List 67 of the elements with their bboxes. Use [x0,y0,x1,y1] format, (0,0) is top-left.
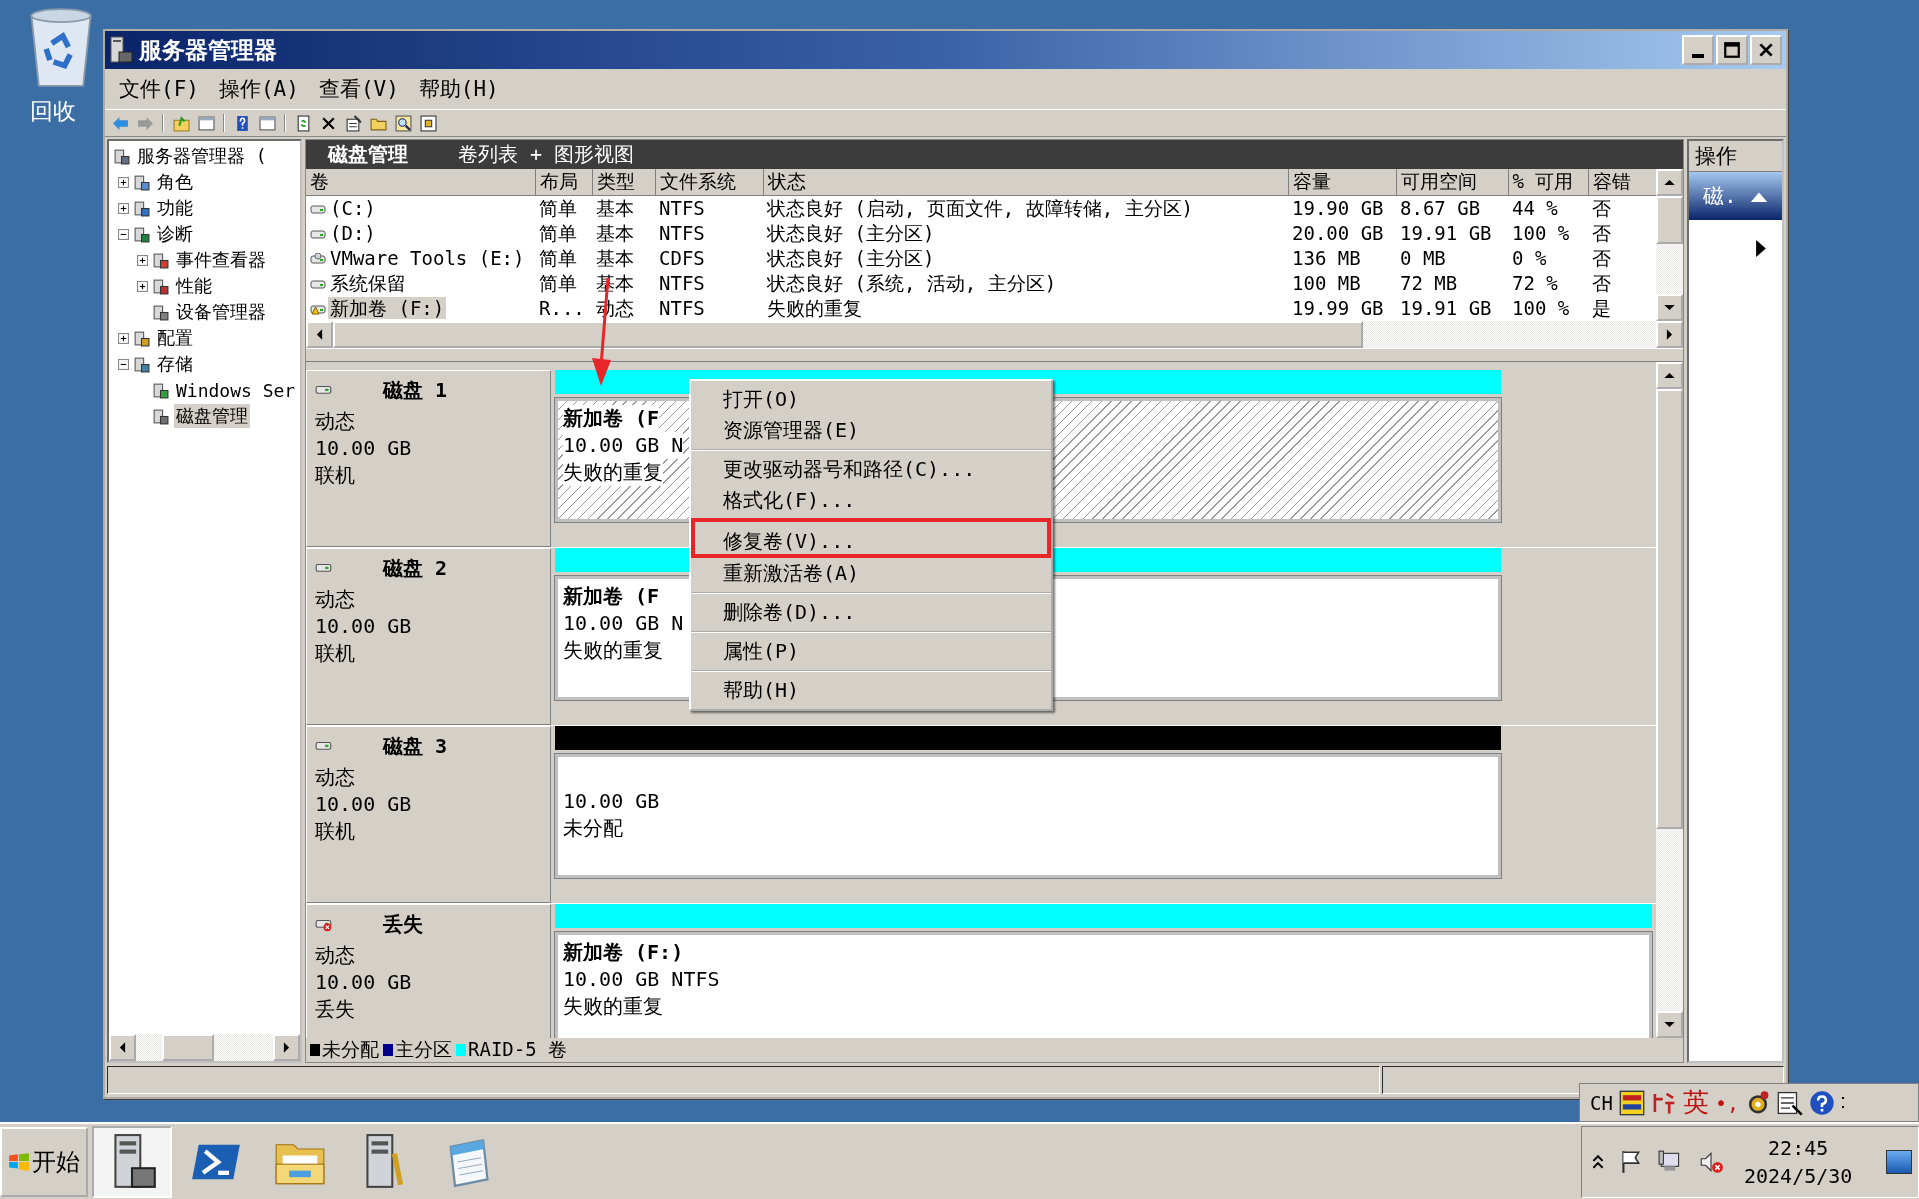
disk-size: 10.00 GB [315,969,413,996]
clock-time: 22:45 [1768,1134,1829,1162]
table-cell: 简单 [539,197,577,219]
disk-size: 10.00 GB [315,613,413,640]
disk-size: 10.00 GB [315,791,413,818]
disk-name: 磁盘 1 [383,377,448,404]
table-cell: 否 [1592,222,1611,244]
table-cell: 100 MB [1292,272,1361,294]
table-cell: 失败的重复 [767,297,862,319]
table-cell: 0 % [1512,247,1547,269]
disk-type: 动态 [315,408,356,435]
legend-label: RAID-5 卷 [468,1037,568,1062]
table-cell: NTFS [659,222,705,244]
table-cell: 基本 [596,197,634,219]
window-title: 服务器管理器 [139,35,278,65]
table-cell: 0 MB [1400,247,1446,269]
disk-status: 联机 [315,462,356,489]
panel-subtitle: 卷列表 + 图形视图 [458,141,635,168]
volume-size: 10.00 GB N [563,432,684,459]
volume-status: 失败的重复 [563,459,663,486]
table-cell: NTFS [659,197,705,219]
table-cell: 是 [1592,297,1611,319]
disk-type: 动态 [315,764,356,791]
disk-name: 磁盘 2 [383,555,448,582]
table-cell: 19.90 GB [1292,197,1384,219]
disk-status: 联机 [315,640,356,667]
table-cell: 状态良好 (主分区) [767,247,935,269]
table-cell: 状态良好 (系统, 活动, 主分区) [767,272,1057,294]
table-cell: 20.00 GB [1292,222,1384,244]
table-cell: 72 MB [1400,272,1458,294]
table-cell: R... [539,297,585,319]
table-cell: 72 % [1512,272,1558,294]
table-cell: 基本 [596,222,634,244]
disk-type: 动态 [315,942,356,969]
disk-size: 10.00 GB [315,435,413,462]
table-cell: CDFS [659,247,705,269]
panel-title: 磁盘管理 [328,141,408,168]
table-cell: 否 [1592,272,1611,294]
table-cell: 8.67 GB [1400,197,1481,219]
table-cell: 否 [1592,197,1611,219]
table-cell: 100 % [1512,297,1570,319]
disk-name: 磁盘 3 [383,733,448,760]
icon-label: 回收 [30,97,76,126]
table-cell: 19.99 GB [1292,297,1384,319]
legend-label: 主分区 [395,1037,452,1062]
table-cell: 状态良好 (启动, 页面文件, 故障转储, 主分区) [767,197,1193,219]
table-cell: 136 MB [1292,247,1361,269]
table-cell: 19.91 GB [1400,297,1492,319]
table-cell: 状态良好 (主分区) [767,222,935,244]
clock-date: 2024/5/30 [1744,1162,1853,1190]
table-cell: NTFS [659,272,705,294]
table-cell: 100 % [1512,222,1570,244]
disk-status: 丢失 [315,996,356,1023]
legend-label: 未分配 [322,1037,379,1062]
volume-name: 新加卷 (F [563,405,660,432]
table-cell: 44 % [1512,197,1558,219]
table-cell: 简单 [539,272,577,294]
table-cell: 简单 [539,247,577,269]
table-cell: 基本 [596,247,634,269]
disk-status: 联机 [315,818,356,845]
table-cell: 否 [1592,247,1611,269]
actions-title: 操作 [1695,143,1737,170]
table-cell: 19.91 GB [1400,222,1492,244]
disk-type: 动态 [315,586,356,613]
table-cell: NTFS [659,297,705,319]
table-cell: 简单 [539,222,577,244]
disk-name: 丢失 [383,911,423,938]
